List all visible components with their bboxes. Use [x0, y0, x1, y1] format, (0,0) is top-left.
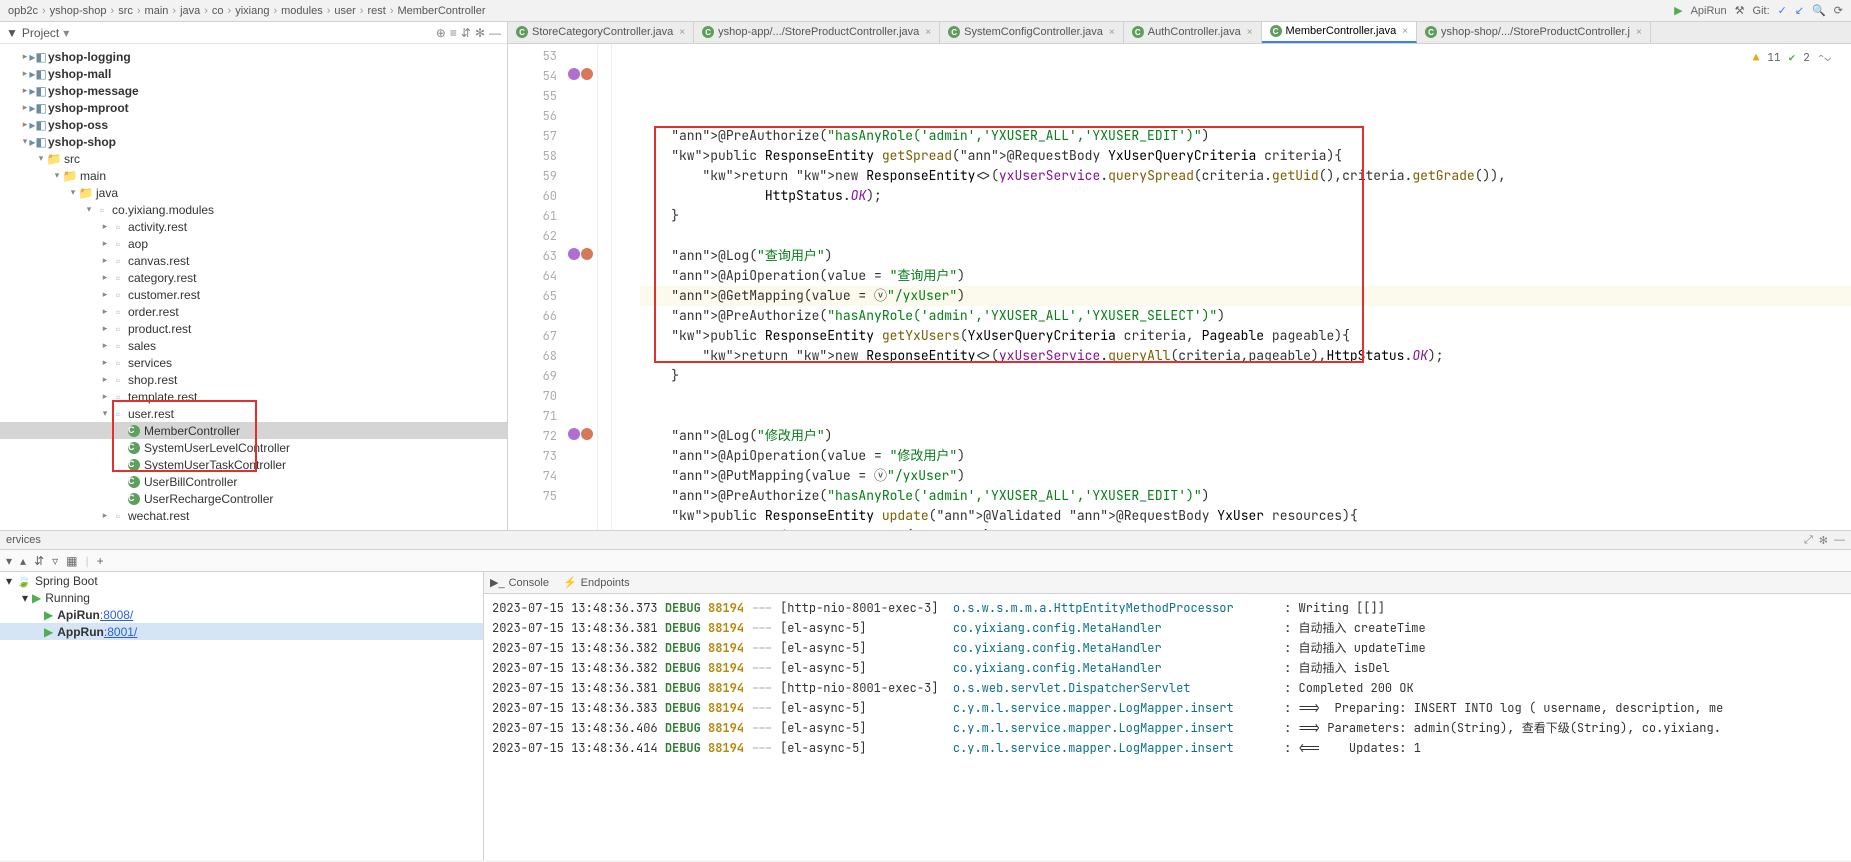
endpoints-icon: ⚡	[563, 576, 577, 589]
apirun-label[interactable]: ApiRun	[1691, 5, 1727, 17]
run-running[interactable]: ▾▶Running	[0, 589, 483, 606]
editor-tab[interactable]: CAuthController.java×	[1124, 22, 1262, 43]
endpoints-tab[interactable]: ⚡ Endpoints	[563, 576, 630, 589]
tree-node[interactable]: ▾▫user.rest	[0, 405, 507, 422]
select-opened-icon[interactable]: ⊕	[436, 26, 446, 40]
project-view-icon[interactable]: ▼	[6, 26, 18, 40]
tree-node[interactable]: ▸▸◧yshop-logging	[0, 48, 507, 65]
console-tabs: ▶_ Console ⚡ Endpoints	[484, 572, 1851, 594]
close-icon[interactable]: ×	[1109, 27, 1115, 38]
tree-node[interactable]: ▾▫co.yixiang.modules	[0, 201, 507, 218]
settings-icon[interactable]: ✻	[475, 26, 485, 40]
services-label: ervices	[6, 534, 41, 546]
editor-tab[interactable]: Cyshop-shop/.../StoreProductController.j…	[1417, 22, 1651, 43]
hide-icon[interactable]: —	[489, 26, 501, 40]
editor-tab[interactable]: CStoreCategoryController.java×	[508, 22, 694, 43]
collapse-all-icon[interactable]: ⇵	[461, 26, 471, 40]
close-icon[interactable]: ×	[1247, 27, 1253, 38]
view-dropdown-icon[interactable]: ▾	[63, 26, 69, 40]
services-toolbar: ▾ ▴ ⇵ ▿ ▦ | +	[0, 550, 1851, 572]
ok-icon: ✔	[1789, 48, 1796, 68]
services-settings-icon[interactable]: ✻	[1819, 534, 1828, 547]
editor-tab[interactable]: CMemberController.java×	[1262, 22, 1418, 43]
close-icon[interactable]: ×	[925, 27, 931, 38]
close-icon[interactable]: ×	[679, 27, 685, 38]
filter-icon[interactable]: ▿	[52, 554, 58, 568]
search-icon[interactable]: 🔍	[1812, 4, 1826, 17]
tree-node[interactable]: ▾📁src	[0, 150, 507, 167]
editor-tab[interactable]: CSystemConfigController.java×	[940, 22, 1124, 43]
tree-node[interactable]: ▸▫category.rest	[0, 269, 507, 286]
collapse-icon[interactable]: ⇵	[34, 554, 44, 568]
breadcrumb: opb2c›yshop-shop›src›main›java›co›yixian…	[0, 0, 1851, 22]
git-pull-icon[interactable]: ↙	[1795, 4, 1804, 17]
tree-node[interactable]: CMemberController	[0, 422, 507, 439]
layout-icon[interactable]: ▦	[66, 554, 77, 568]
project-header: ▼ Project ▾ ⊕ ≡ ⇵ ✻ —	[0, 22, 507, 44]
editor-tabs[interactable]: CStoreCategoryController.java×Cyshop-app…	[508, 22, 1851, 44]
tree-node[interactable]: ▸▫shop.rest	[0, 371, 507, 388]
tree-node[interactable]: ▾▸◧yshop-shop	[0, 133, 507, 150]
tree-node[interactable]: ▸▸◧yshop-oss	[0, 116, 507, 133]
warning-count: 11	[1767, 48, 1780, 68]
code-editor[interactable]: ▲11 ✔2 ⌃⌄ "ann">@PreAuthorize("hasAnyRol…	[612, 44, 1851, 530]
tree-node[interactable]: ▸▫customer.rest	[0, 286, 507, 303]
expand-down-icon[interactable]: ▾	[6, 554, 12, 568]
services-header[interactable]: ervices ⤢ ✻ —	[0, 530, 1851, 550]
console-output[interactable]: 2023-07-15 13:48:36.373 DEBUG 88194 --- …	[484, 594, 1851, 860]
git-label: Git:	[1753, 5, 1770, 17]
console-area: ▶_ Console ⚡ Endpoints 2023-07-15 13:48:36…	[484, 572, 1851, 860]
ok-count: 2	[1803, 48, 1810, 68]
tree-node[interactable]: ▸▫canvas.rest	[0, 252, 507, 269]
tree-node[interactable]: CSystemUserLevelController	[0, 439, 507, 456]
inspection-indicator[interactable]: ▲ 11 ✔ 2 ⌃⌄	[1753, 48, 1831, 68]
project-tree[interactable]: ▸▸◧yshop-logging▸▸◧yshop-mall▸▸◧yshop-me…	[0, 44, 507, 530]
run-play-icon[interactable]: ▶	[1674, 4, 1682, 17]
services-expand-icon[interactable]: ⤢	[1804, 534, 1813, 547]
tree-node[interactable]: CUserRechargeController	[0, 490, 507, 507]
expand-all-icon[interactable]: ≡	[450, 26, 457, 40]
run-config[interactable]: ▶AppRun :8001/	[0, 623, 483, 640]
editor-tab[interactable]: Cyshop-app/.../StoreProductController.ja…	[694, 22, 940, 43]
console-tab-label: Console	[509, 577, 549, 589]
tree-node[interactable]: ▸▫activity.rest	[0, 218, 507, 235]
jrebel-icon[interactable]: ⟳	[1834, 4, 1843, 17]
tree-node[interactable]: ▸▫services	[0, 354, 507, 371]
breadcrumb-path[interactable]: opb2c›yshop-shop›src›main›java›co›yixian…	[8, 5, 486, 17]
tree-node[interactable]: CUserBillController	[0, 473, 507, 490]
tree-node[interactable]: ▾📁java	[0, 184, 507, 201]
warning-icon: ▲	[1753, 48, 1760, 68]
run-root[interactable]: ▾🍃Spring Boot	[0, 572, 483, 589]
editor-area: CStoreCategoryController.java×Cyshop-app…	[508, 22, 1851, 530]
services-hide-icon[interactable]: —	[1834, 534, 1845, 547]
chevron-up-down-icon[interactable]: ⌃⌄	[1818, 48, 1831, 68]
tree-node[interactable]: ▸▸◧yshop-mall	[0, 65, 507, 82]
close-icon[interactable]: ×	[1636, 27, 1642, 38]
fold-column[interactable]	[598, 44, 612, 530]
add-service-icon[interactable]: +	[97, 554, 104, 568]
tree-node[interactable]: ▸▫order.rest	[0, 303, 507, 320]
tree-node[interactable]: ▸▸◧yshop-message	[0, 82, 507, 99]
close-icon[interactable]: ×	[1402, 26, 1408, 37]
endpoints-tab-label: Endpoints	[581, 577, 630, 589]
console-tab[interactable]: ▶_ Console	[490, 576, 549, 589]
project-title[interactable]: Project	[22, 26, 59, 40]
tree-node[interactable]: ▸▫product.rest	[0, 320, 507, 337]
console-icon: ▶_	[490, 576, 505, 589]
gutter[interactable]: 5354555657585960616263646566676869707172…	[508, 44, 598, 530]
run-panel[interactable]: ▾🍃Spring Boot ▾▶Running ▶ApiRun :8008/▶A…	[0, 572, 484, 860]
tree-node[interactable]: ▾📁main	[0, 167, 507, 184]
git-branch-icon[interactable]: ✓	[1778, 4, 1787, 17]
expand-up-icon[interactable]: ▴	[20, 554, 26, 568]
tree-node[interactable]: ▸▫aop	[0, 235, 507, 252]
hammer-icon[interactable]: ⚒	[1735, 4, 1745, 17]
tree-node[interactable]: ▸▫wechat.rest	[0, 507, 507, 524]
run-config[interactable]: ▶ApiRun :8008/	[0, 606, 483, 623]
tree-node[interactable]: ▸▫sales	[0, 337, 507, 354]
project-tool-window: ▼ Project ▾ ⊕ ≡ ⇵ ✻ — ▸▸◧yshop-logging▸▸…	[0, 22, 508, 530]
editor-body: 5354555657585960616263646566676869707172…	[508, 44, 1851, 530]
tree-node[interactable]: ▸▫template.rest	[0, 388, 507, 405]
tree-node[interactable]: CSystemUserTaskController	[0, 456, 507, 473]
tree-node[interactable]: ▸▸◧yshop-mproot	[0, 99, 507, 116]
